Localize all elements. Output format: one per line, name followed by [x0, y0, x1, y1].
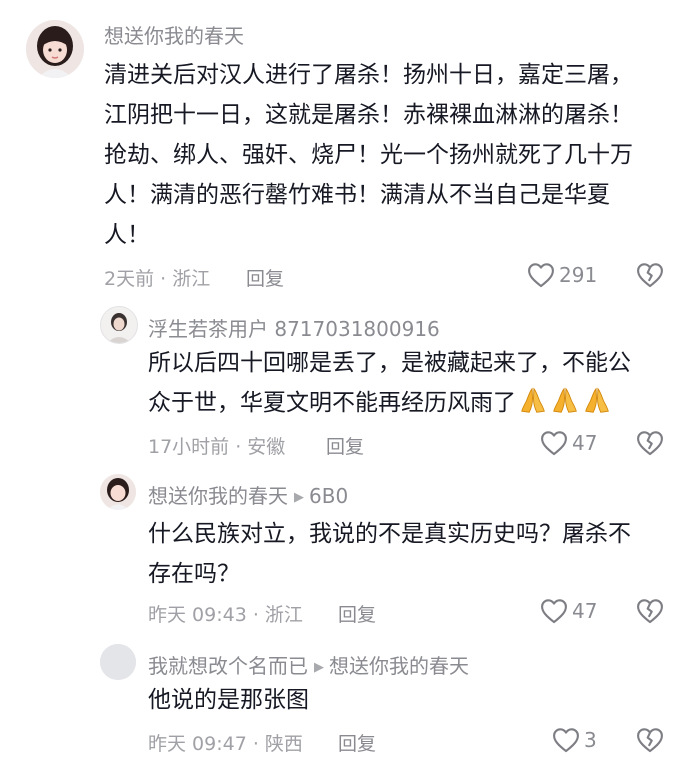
comment-meta: 17小时前 · 安徽 — [148, 436, 286, 458]
comment-meta: 2天前 · 浙江 — [104, 268, 211, 290]
like-button[interactable]: 291 — [527, 262, 597, 288]
comment-text-line: 抢劫、绑人、强奸、烧尸！光一个扬州就死了几十万 — [104, 142, 633, 168]
like-count: 291 — [559, 263, 598, 287]
comment-text: 什么民族对立，我说的不是真实历史吗？屠杀不 存在吗？ — [148, 514, 678, 594]
comment-1: 想送你我的春天 清进关后对汉人进行了屠杀！扬州十日，嘉定三屠， 江阴把十一日，这… — [0, 0, 690, 300]
comment-text-line: 众于世，华夏文明不能再经历风雨了 — [148, 390, 516, 416]
comment-text: 所以后四十回哪是丢了，是被藏起来了，不能公 众于世，华夏文明不能再经历风雨了 — [148, 343, 678, 423]
username[interactable]: 浮生若茶用户 8717031800916 — [148, 313, 440, 342]
avatar[interactable] — [26, 20, 84, 78]
comment-text-line-with-emoji: 众于世，华夏文明不能再经历风雨了 — [148, 383, 678, 423]
reply-comment-1: 浮生若茶用户 8717031800916 所以后四十回哪是丢了，是被藏起来了，不… — [0, 300, 690, 470]
username[interactable]: 我就想改个名而已 ▶ 想送你我的春天 — [148, 650, 469, 679]
avatar[interactable] — [100, 474, 136, 510]
comment-text-line: 存在吗？ — [148, 561, 240, 587]
like-count: 47 — [572, 431, 598, 455]
heart-icon — [553, 728, 579, 753]
reply-button[interactable]: 回复 — [338, 729, 376, 756]
heart-icon — [528, 263, 554, 288]
comment-text-line: 江阴把十一日，这就是屠杀！赤裸裸血淋淋的屠杀！ — [104, 102, 633, 128]
comment-text-line: 人！ — [104, 222, 150, 248]
comment-text-line: 人！满清的恶行罄竹难书！满清从不当自己是华夏 — [104, 182, 610, 208]
reply-comment-2: 想送你我的春天 ▶ 6B0 什么民族对立，我说的不是真实历史吗？屠杀不 存在吗？ 昨… — [0, 470, 690, 640]
username[interactable]: 想送你我的春天 ▶ 6B0 — [148, 480, 348, 509]
reply-to-user[interactable]: 想送你我的春天 — [329, 654, 469, 678]
reply-to-user[interactable]: 6B0 — [309, 484, 348, 508]
username-text: 我就想改个名而已 — [148, 654, 308, 678]
girl-avatar-icon — [26, 20, 84, 78]
comment-text-line: 所以后四十回哪是丢了，是被藏起来了，不能公 — [148, 350, 631, 376]
comment-meta: 昨天 09:43 · 浙江 — [148, 604, 303, 626]
username-text: 想送你我的春天 — [148, 484, 288, 508]
comment-text-line: 清进关后对汉人进行了屠杀！扬州十日，嘉定三屠， — [104, 62, 633, 88]
folded-hands-emoji-icon — [553, 387, 577, 413]
dislike-button[interactable] — [636, 598, 664, 628]
comment-meta: 昨天 09:47 · 陕西 — [148, 733, 303, 755]
avatar[interactable] — [100, 644, 136, 680]
dislike-button[interactable] — [636, 262, 664, 292]
default-avatar-icon — [100, 644, 136, 680]
broken-heart-icon — [637, 728, 663, 753]
folded-hands-emoji-icon — [585, 387, 609, 413]
like-button[interactable]: 47 — [540, 598, 597, 624]
like-count: 47 — [572, 599, 598, 623]
comment-text-line: 他说的是那张图 — [148, 687, 309, 713]
like-count: 3 — [584, 728, 597, 752]
comment-text-line: 什么民族对立，我说的不是真实历史吗？屠杀不 — [148, 521, 631, 547]
heart-icon — [541, 431, 567, 456]
broken-heart-icon — [637, 263, 663, 288]
reply-button[interactable]: 回复 — [338, 600, 376, 627]
dislike-button[interactable] — [636, 727, 664, 757]
like-button[interactable]: 3 — [552, 727, 597, 753]
like-button[interactable]: 47 — [540, 430, 597, 456]
reply-comment-3: 我就想改个名而已 ▶ 想送你我的春天 他说的是那张图 昨天 09:47 · 陕西 回… — [0, 640, 690, 783]
comment-text: 他说的是那张图 — [148, 680, 678, 720]
girl-avatar-icon — [100, 474, 136, 510]
avatar[interactable] — [100, 306, 138, 344]
reply-button[interactable]: 回复 — [326, 432, 364, 459]
portrait-avatar-icon — [101, 307, 137, 343]
reply-button[interactable]: 回复 — [246, 264, 284, 291]
broken-heart-icon — [637, 599, 663, 624]
reply-arrow-icon: ▶ — [314, 660, 324, 675]
dislike-button[interactable] — [636, 430, 664, 460]
reply-arrow-icon: ▶ — [294, 490, 304, 505]
username[interactable]: 想送你我的春天 — [104, 20, 244, 49]
heart-icon — [541, 599, 567, 624]
comment-text: 清进关后对汉人进行了屠杀！扬州十日，嘉定三屠， 江阴把十一日，这就是屠杀！赤裸裸… — [104, 55, 674, 255]
broken-heart-icon — [637, 431, 663, 456]
folded-hands-emoji-icon — [521, 387, 545, 413]
